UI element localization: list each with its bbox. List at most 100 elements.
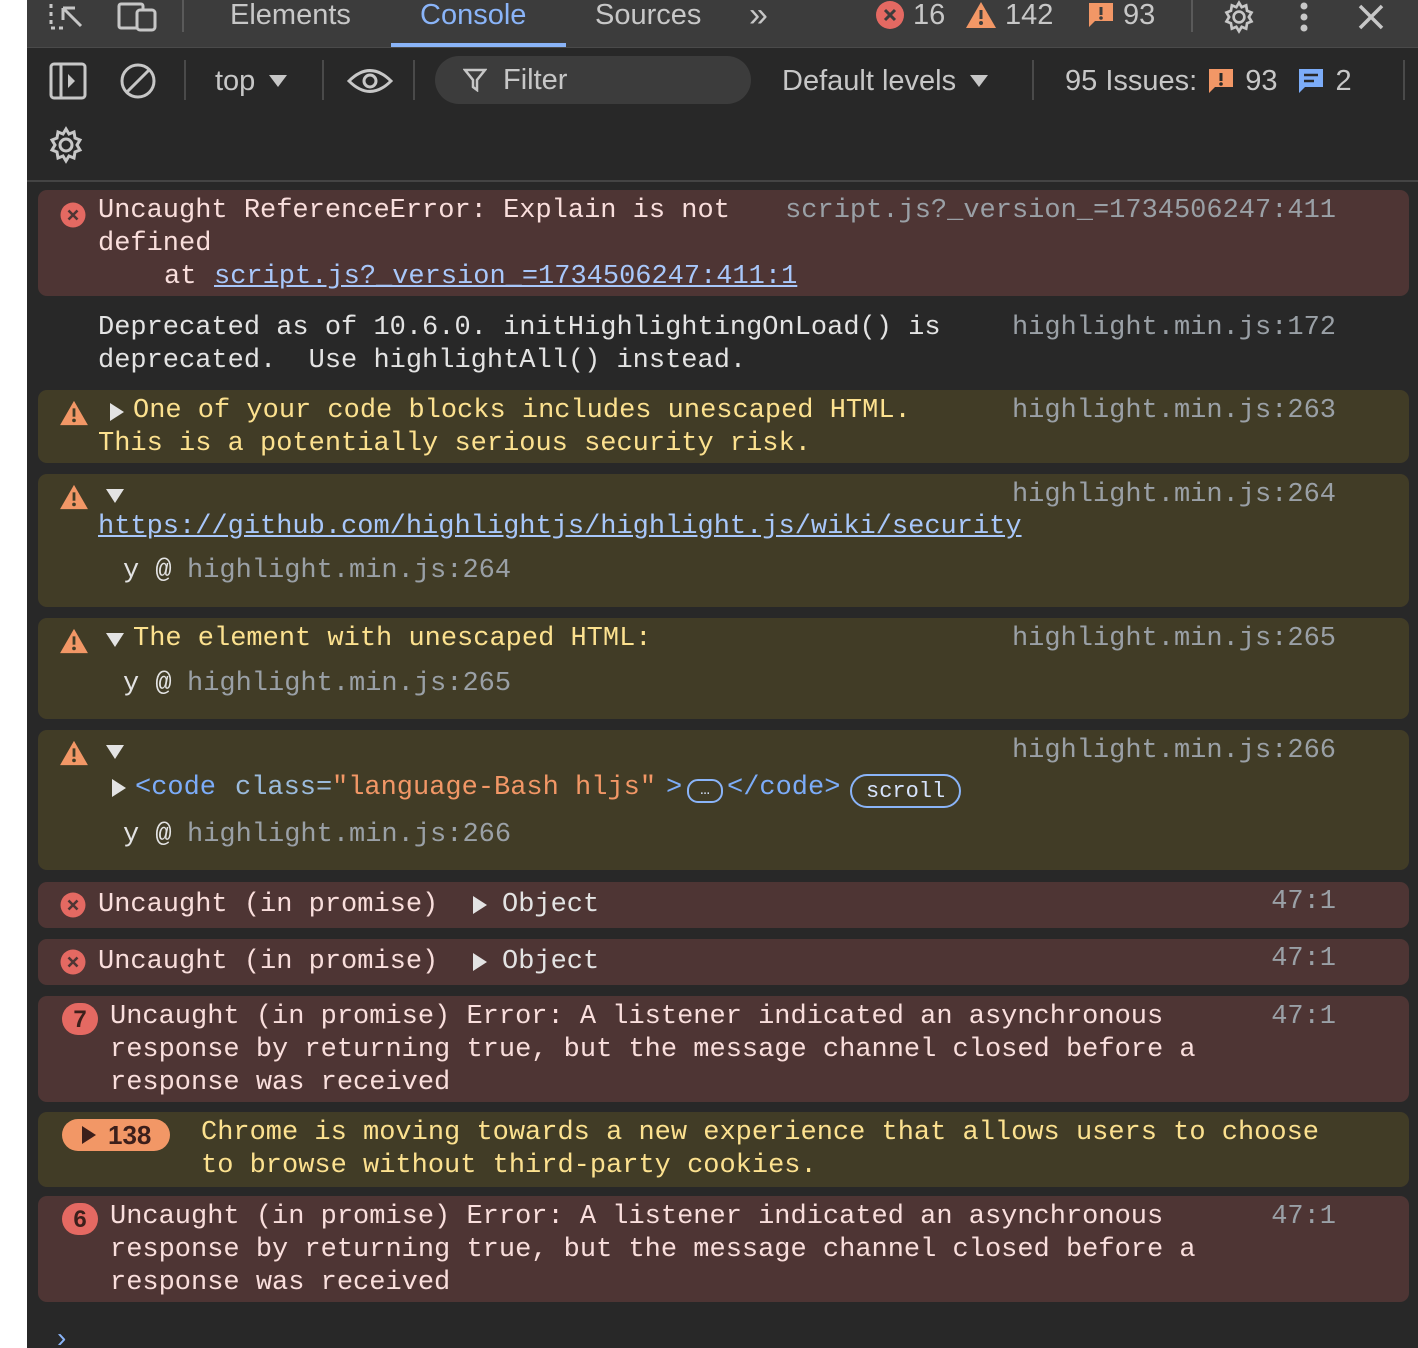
more-options-icon[interactable] xyxy=(1299,0,1309,34)
console-message-error[interactable]: Uncaught ReferenceError: Explain is not … xyxy=(38,190,1409,296)
console-message-info[interactable]: Deprecated as of 10.6.0. initHighlightin… xyxy=(38,306,1409,382)
chevron-down-icon xyxy=(269,75,288,87)
console-prompt-chevron[interactable]: › xyxy=(57,1322,66,1348)
message-text: One of your code blocks includes unescap… xyxy=(133,396,911,426)
message-text: response by returning true, but the mess… xyxy=(110,1235,1196,1265)
close-icon[interactable] xyxy=(1357,0,1385,34)
message-source-link[interactable]: script.js?_version_=1734506247:411 xyxy=(785,195,1336,228)
inspect-element-icon[interactable] xyxy=(49,0,85,34)
stack-source-link[interactable]: highlight.min.js:266 xyxy=(187,819,511,852)
console-message-warning[interactable]: <code class= "language-Bash hljs" > … </… xyxy=(38,730,1409,870)
stack-source-link[interactable]: highlight.min.js:265 xyxy=(187,668,511,701)
scroll-badge[interactable]: scroll xyxy=(850,774,962,808)
issues-label: 95 Issues: xyxy=(1065,64,1198,97)
device-toolbar-icon[interactable] xyxy=(117,0,161,34)
code-close-angle: > xyxy=(666,773,683,803)
issues-count[interactable]: 93 xyxy=(1087,0,1155,30)
message-source-link[interactable]: 47:1 xyxy=(1271,1001,1336,1034)
warning-icon xyxy=(60,740,88,766)
toolbar-separator xyxy=(413,60,415,100)
console-message-warning[interactable]: https://github.com/highlightjs/highlight… xyxy=(38,474,1409,607)
message-text: Chrome is moving towards a new experienc… xyxy=(201,1118,1319,1148)
message-source-link[interactable]: 47:1 xyxy=(1271,886,1336,919)
stack-source-link[interactable]: highlight.min.js:264 xyxy=(187,555,511,588)
chevron-down-icon xyxy=(970,75,989,87)
console-message-warning[interactable]: 138 Chrome is moving towards a new exper… xyxy=(38,1112,1409,1187)
object-preview[interactable]: Object xyxy=(502,889,599,922)
toolbar-separator xyxy=(1032,60,1034,100)
security-wiki-link[interactable]: https://github.com/highlightjs/highlight… xyxy=(98,511,1022,544)
collapse-triangle-icon[interactable] xyxy=(106,633,124,647)
code-end-tag: </code> xyxy=(727,773,841,803)
filter-funnel-icon xyxy=(463,68,487,92)
repeat-count-badge[interactable]: 138 xyxy=(62,1119,170,1151)
warning-count-value: 142 xyxy=(1005,0,1054,31)
warning-icon xyxy=(60,484,88,510)
console-message-warning[interactable]: One of your code blocks includes unescap… xyxy=(38,390,1409,463)
collapse-triangle-icon[interactable] xyxy=(106,745,124,759)
error-icon xyxy=(60,949,86,975)
toolbar-separator xyxy=(184,60,186,100)
message-source-link[interactable]: highlight.min.js:264 xyxy=(1012,479,1336,512)
message-text: deprecated. Use highlightAll() instead. xyxy=(98,346,747,376)
collapse-triangle-icon[interactable] xyxy=(106,489,124,503)
issue-flag-icon xyxy=(1209,69,1234,93)
message-source-link[interactable]: highlight.min.js:263 xyxy=(1012,395,1336,428)
toolbar-separator xyxy=(322,60,324,100)
expand-triangle-icon[interactable] xyxy=(473,896,487,914)
filter-input[interactable]: Filter xyxy=(435,56,751,104)
toolbar-separator xyxy=(1403,60,1405,100)
object-preview[interactable]: Object xyxy=(502,946,599,979)
message-text: Uncaught (in promise) xyxy=(98,890,439,920)
context-selector[interactable]: top xyxy=(215,62,288,100)
expand-triangle-icon[interactable] xyxy=(110,403,124,421)
log-levels-value: Default levels xyxy=(782,64,957,97)
issues-button[interactable]: 95 Issues: 93 2 xyxy=(1065,62,1352,100)
error-icon xyxy=(60,202,86,228)
console-message-error[interactable]: 7 Uncaught (in promise) Error: A listene… xyxy=(38,996,1409,1102)
code-ellipsis-button[interactable]: … xyxy=(687,779,723,803)
repeat-count: 138 xyxy=(108,1119,152,1150)
console-message-warning[interactable]: The element with unescaped HTML: y @ hig… xyxy=(38,618,1409,719)
devtools-tab-bar: Elements Console Sources » 16 142 93 xyxy=(27,0,1418,48)
console-message-error[interactable]: 6 Uncaught (in promise) Error: A listene… xyxy=(38,1196,1409,1302)
more-tabs-button[interactable]: » xyxy=(749,0,768,47)
message-source-link[interactable]: 47:1 xyxy=(1271,943,1336,976)
settings-gear-icon[interactable] xyxy=(1220,0,1258,34)
stack-at-prefix: at xyxy=(164,262,197,292)
message-text: response was received xyxy=(110,1268,451,1298)
issue-flag-icon xyxy=(1089,3,1113,27)
tab-sources[interactable]: Sources xyxy=(595,0,701,47)
repeat-count-badge: 7 xyxy=(62,1003,98,1035)
warning-icon xyxy=(60,628,88,654)
stack-function: y @ xyxy=(123,556,172,586)
message-source-link[interactable]: highlight.min.js:172 xyxy=(1012,312,1336,345)
console-message-error[interactable]: Uncaught (in promise) Object 47:1 xyxy=(38,882,1409,928)
error-icon xyxy=(60,892,86,918)
console-settings-gear-icon[interactable] xyxy=(47,126,85,164)
message-source-link[interactable]: 47:1 xyxy=(1271,1201,1336,1234)
error-count-value: 16 xyxy=(913,0,946,31)
message-source-link[interactable]: highlight.min.js:266 xyxy=(1012,735,1336,768)
live-expression-eye-icon[interactable] xyxy=(347,66,393,96)
tab-elements[interactable]: Elements xyxy=(230,0,351,47)
tab-console[interactable]: Console xyxy=(420,0,526,47)
expand-triangle-icon[interactable] xyxy=(473,953,487,971)
issues-warning-count: 93 xyxy=(1245,64,1278,97)
clear-console-icon[interactable] xyxy=(119,62,157,100)
console-toolbar: top Filter Default levels 95 Issues: 93 … xyxy=(27,48,1418,182)
sidebar-toggle-icon[interactable] xyxy=(49,62,87,100)
stack-source-link[interactable]: script.js?_version_=1734506247:411:1 xyxy=(214,261,797,294)
message-text: to browse without third-party cookies. xyxy=(201,1151,817,1181)
log-levels-dropdown[interactable]: Default levels xyxy=(782,62,989,100)
console-message-error[interactable]: Uncaught (in promise) Object 47:1 xyxy=(38,939,1409,985)
expand-triangle-icon[interactable] xyxy=(112,779,126,797)
active-tab-indicator xyxy=(391,43,566,47)
message-source-link[interactable]: highlight.min.js:265 xyxy=(1012,623,1336,656)
info-message-icon xyxy=(1299,69,1324,93)
code-attribute-value: "language-Bash hljs" xyxy=(332,773,657,803)
warning-count[interactable]: 142 xyxy=(965,0,1053,30)
warning-icon xyxy=(966,2,996,28)
error-count[interactable]: 16 xyxy=(875,0,945,30)
issues-info-count: 2 xyxy=(1335,64,1352,97)
